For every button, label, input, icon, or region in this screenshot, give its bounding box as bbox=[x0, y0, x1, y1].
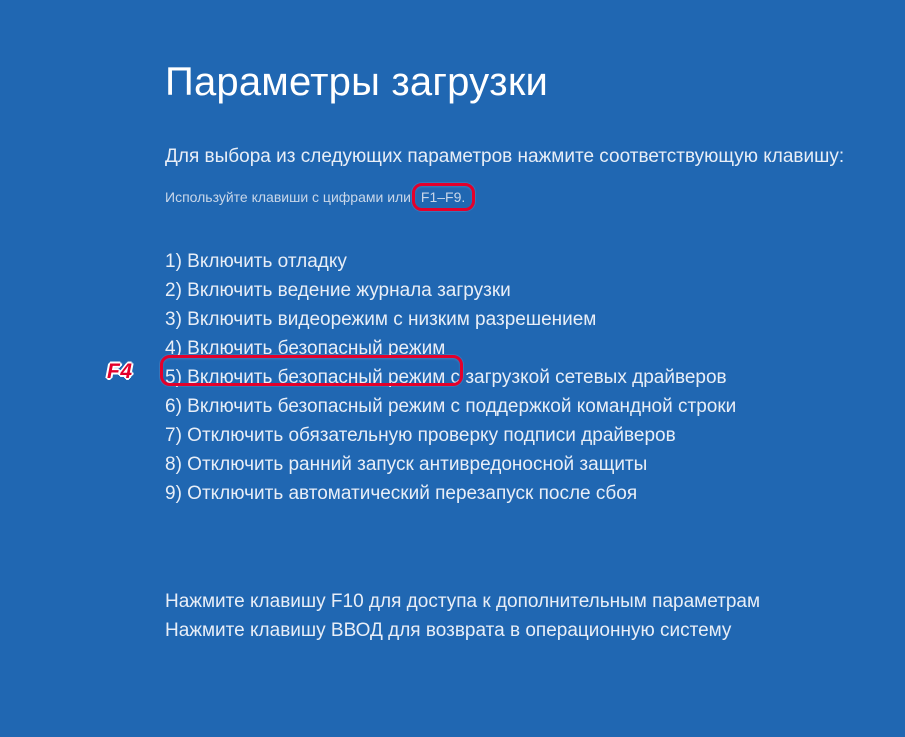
annotation-f4-label: F4 bbox=[107, 360, 133, 384]
option-5[interactable]: 5) Включить безопасный режим с загрузкой… bbox=[165, 363, 727, 392]
hint-prefix: Используйте клавиши с цифрами или bbox=[165, 189, 415, 205]
option-9[interactable]: 9) Отключить автоматический перезапуск п… bbox=[165, 479, 637, 508]
footer-text: Нажмите клавишу F10 для доступа к дополн… bbox=[165, 588, 905, 645]
option-1[interactable]: 1) Включить отладку bbox=[165, 247, 347, 276]
option-8[interactable]: 8) Отключить ранний запуск антивредоносн… bbox=[165, 450, 647, 479]
subtitle-text: Для выбора из следующих параметров нажми… bbox=[165, 143, 905, 171]
option-6[interactable]: 6) Включить безопасный режим с поддержко… bbox=[165, 392, 736, 421]
option-7[interactable]: 7) Отключить обязательную проверку подпи… bbox=[165, 421, 676, 450]
options-list: 1) Включить отладку 2) Включить ведение … bbox=[165, 247, 905, 509]
startup-settings-screen: Параметры загрузки Для выбора из следующ… bbox=[0, 0, 905, 645]
option-3[interactable]: 3) Включить видеорежим с низким разрешен… bbox=[165, 305, 596, 334]
option-4[interactable]: 4) Включить безопасный режим bbox=[165, 334, 445, 363]
footer-line-1: Нажмите клавишу F10 для доступа к дополн… bbox=[165, 588, 905, 617]
hint-keys: F1–F9. bbox=[415, 187, 471, 207]
option-2[interactable]: 2) Включить ведение журнала загрузки bbox=[165, 276, 511, 305]
page-title: Параметры загрузки bbox=[165, 60, 905, 105]
footer-line-2: Нажмите клавишу ВВОД для возврата в опер… bbox=[165, 617, 905, 646]
hint-text: Используйте клавиши с цифрами или F1–F9. bbox=[165, 187, 471, 207]
